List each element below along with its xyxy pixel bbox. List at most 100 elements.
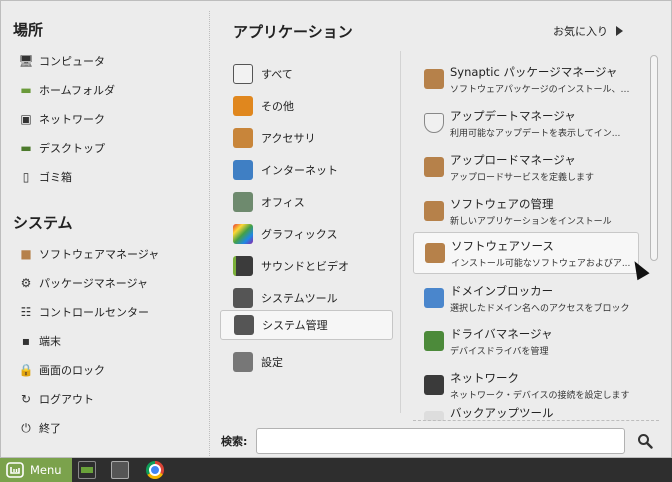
app-title: Synaptic パッケージマネージャ xyxy=(450,64,618,79)
applications-heading: アプリケーション xyxy=(233,23,353,41)
system-control-center[interactable]: ☷ コントロールセンター xyxy=(19,301,149,323)
place-label: ゴミ箱 xyxy=(39,171,72,184)
office-icon xyxy=(233,192,253,212)
place-network[interactable]: ▣ ネットワーク xyxy=(19,108,105,130)
place-desktop[interactable]: ▬ デスクトップ xyxy=(19,137,105,159)
logout-icon: ↻ xyxy=(20,392,32,406)
system-lock-screen[interactable]: 🔒 画面のロック xyxy=(19,359,105,381)
system-label: コントロールセンター xyxy=(39,306,149,319)
chrome-browser-icon[interactable] xyxy=(146,461,164,479)
system-logout[interactable]: ↻ ログアウト xyxy=(19,388,94,410)
favorites-label: お気に入り xyxy=(553,25,608,38)
place-label: ホームフォルダ xyxy=(39,84,116,97)
app-upload-manager[interactable]: アップロードマネージャ アップロードサービスを定義します xyxy=(413,147,639,187)
category-label: グラフィックス xyxy=(261,228,338,241)
scrollbar-thumb[interactable] xyxy=(650,55,658,261)
app-synaptic[interactable]: Synaptic パッケージマネージャソフトウェアパッケージのインストール、削.… xyxy=(413,59,639,99)
category-label: オフィス xyxy=(261,196,305,209)
search-label: 検索: xyxy=(221,435,248,448)
system-software-manager[interactable]: ■ ソフトウェアマネージャ xyxy=(19,243,159,265)
category-label: その他 xyxy=(261,100,294,113)
category-sound-video[interactable]: サウンドとビデオ xyxy=(220,251,393,281)
category-administration[interactable]: システム管理 xyxy=(220,310,393,340)
system-label: 端末 xyxy=(39,335,61,348)
category-label: 設定 xyxy=(261,356,283,369)
category-preferences[interactable]: 設定 xyxy=(220,347,393,377)
category-all[interactable]: すべて xyxy=(220,59,393,89)
system-shutdown[interactable]: ⏻ 終了 xyxy=(19,417,61,439)
app-description: ネットワーク・デバイスの接続を設定します xyxy=(450,390,630,401)
software-manager-icon: ■ xyxy=(20,247,32,261)
app-title: アップデートマネージャ xyxy=(450,108,576,123)
app-title: ソフトウェアの管理 xyxy=(450,196,554,211)
category-label: すべて xyxy=(261,68,293,81)
system-package-manager[interactable]: ⚙ パッケージマネージャ xyxy=(19,272,148,294)
app-title: ドライバマネージャ xyxy=(450,326,553,341)
menu-button-label: Menu xyxy=(30,463,62,477)
app-list-scrollbar[interactable] xyxy=(649,53,659,413)
app-description: 利用可能なアップデートを表示してイン... xyxy=(450,128,621,139)
app-description: インストール可能なソフトウェアおよびア... xyxy=(451,258,631,269)
lock-icon: 🔒 xyxy=(18,363,34,377)
terminal-icon: ▪ xyxy=(21,334,31,348)
home-folder-icon: ▬ xyxy=(20,83,32,97)
system-label: ログアウト xyxy=(39,393,94,406)
file-manager-icon[interactable] xyxy=(111,461,129,479)
app-title: ドメインブロッカー xyxy=(450,283,554,298)
app-network[interactable]: ネットワークネットワーク・デバイスの接続を設定します xyxy=(413,365,639,405)
search-button[interactable] xyxy=(635,431,655,451)
favorites-button[interactable]: お気に入り xyxy=(553,23,623,39)
places-heading: 場所 xyxy=(13,21,44,39)
arrow-right-icon xyxy=(616,26,623,36)
system-heading: システム xyxy=(13,214,73,232)
sound-video-icon xyxy=(233,256,253,276)
package-manager-icon: ⚙ xyxy=(20,276,32,290)
driver-manager-icon xyxy=(424,331,444,351)
app-title: ネットワーク xyxy=(450,370,519,385)
trash-icon: ▯ xyxy=(22,170,30,184)
pane-divider xyxy=(209,11,210,456)
system-label: 終了 xyxy=(39,422,61,435)
show-desktop-icon[interactable] xyxy=(78,461,96,479)
category-other[interactable]: その他 xyxy=(220,91,393,121)
left-pane: 場所 🖥 コンピュータ ▬ ホームフォルダ ▣ ネットワーク ▬ デスクトップ … xyxy=(1,1,209,459)
place-computer[interactable]: 🖥 コンピュータ xyxy=(18,50,105,72)
app-domain-blocker[interactable]: ドメインブロッカー 選択したドメイン名へのアクセスをブロック xyxy=(413,278,639,318)
other-icon xyxy=(233,96,253,116)
upload-manager-icon xyxy=(424,157,444,177)
menu-button[interactable]: Menu xyxy=(0,458,72,482)
app-backup-tool[interactable]: バックアップツール xyxy=(413,405,639,421)
mint-logo-icon xyxy=(6,462,24,478)
category-graphics[interactable]: グラフィックス xyxy=(220,219,393,249)
network-icon xyxy=(424,375,444,395)
desktop-icon: ▬ xyxy=(20,141,32,155)
category-office[interactable]: オフィス xyxy=(220,187,393,217)
search-input[interactable] xyxy=(256,428,625,454)
place-trash[interactable]: ▯ ゴミ箱 xyxy=(19,166,72,188)
category-system-tools[interactable]: システムツール xyxy=(220,283,393,313)
power-icon: ⏻ xyxy=(21,420,31,435)
place-home-folder[interactable]: ▬ ホームフォルダ xyxy=(19,79,115,101)
app-software-sources[interactable]: ソフトウェアソースインストール可能なソフトウェアおよびア... xyxy=(413,232,639,274)
app-update-manager[interactable]: アップデートマネージャ利用可能なアップデートを表示してイン... xyxy=(413,103,639,143)
column-divider xyxy=(400,51,401,413)
place-label: コンピュータ xyxy=(39,55,105,68)
app-description: ソフトウェアパッケージのインストール、削... xyxy=(450,84,630,95)
synaptic-icon xyxy=(424,69,444,89)
app-software-manager[interactable]: ソフトウェアの管理 新しいアプリケーションをインストール xyxy=(413,191,639,231)
app-driver-manager[interactable]: ドライバマネージャ デバイスドライバを管理 xyxy=(413,321,639,361)
place-label: ネットワーク xyxy=(39,113,105,126)
category-label: アクセサリ xyxy=(261,132,316,145)
category-internet[interactable]: インターネット xyxy=(220,155,393,185)
administration-icon xyxy=(234,315,254,335)
software-manager-icon xyxy=(424,201,444,221)
category-accessories[interactable]: アクセサリ xyxy=(220,123,393,153)
app-title: アップロードマネージャ xyxy=(450,152,576,167)
graphics-icon xyxy=(233,224,253,244)
bottom-panel xyxy=(0,458,672,482)
app-title: ソフトウェアソース xyxy=(451,238,554,253)
domain-blocker-icon xyxy=(424,288,444,308)
category-label: サウンドとビデオ xyxy=(261,260,349,273)
system-terminal[interactable]: ▪ 端末 xyxy=(19,330,61,352)
list-icon xyxy=(233,64,253,84)
